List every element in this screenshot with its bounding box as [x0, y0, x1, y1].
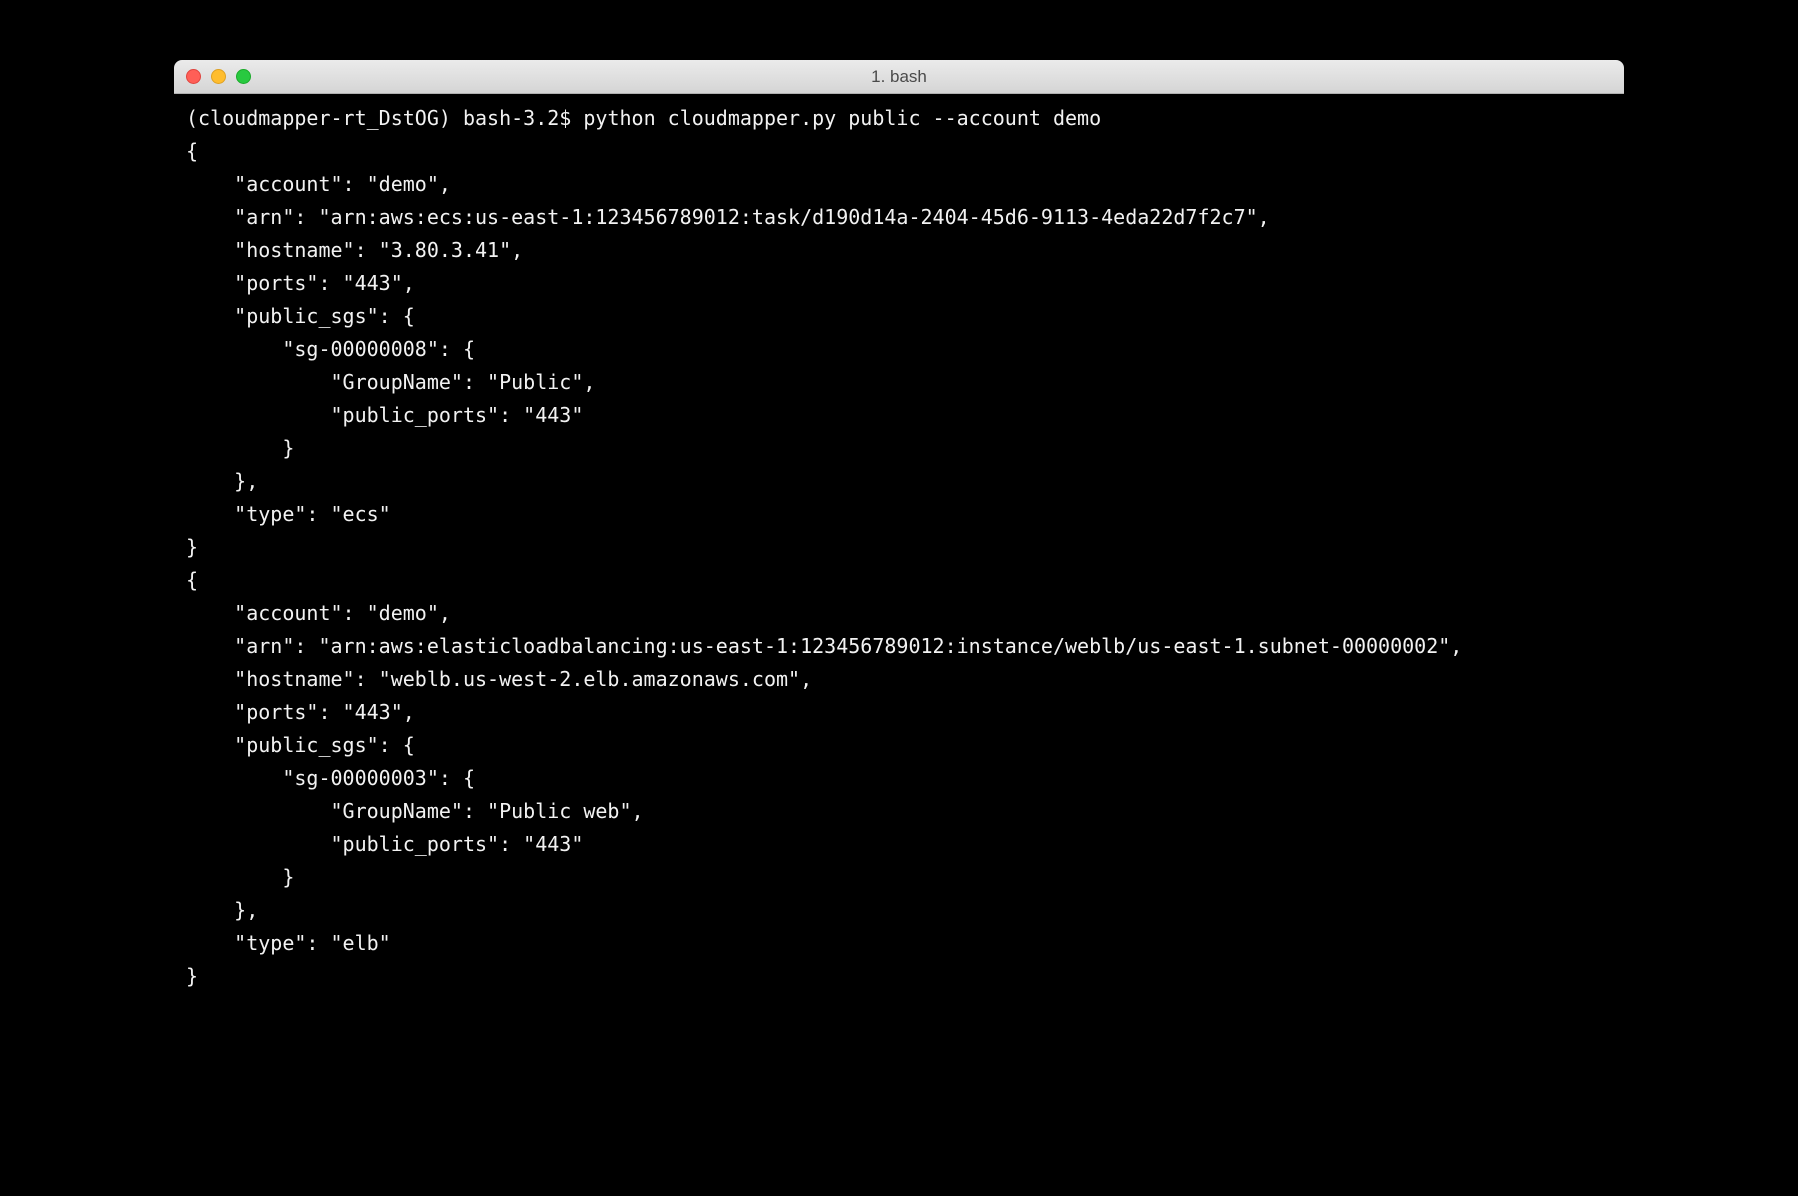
maximize-icon[interactable]: [236, 69, 251, 84]
output-line: "public_sgs": {: [186, 733, 415, 757]
output-line: {: [186, 139, 198, 163]
output-line: "GroupName": "Public",: [186, 370, 595, 394]
output-line: }: [186, 535, 198, 559]
output-line: "type": "elb": [186, 931, 391, 955]
output-line: "ports": "443",: [186, 700, 415, 724]
output-line: "arn": "arn:aws:ecs:us-east-1:1234567890…: [186, 205, 1270, 229]
output-line: "hostname": "3.80.3.41",: [186, 238, 523, 262]
prompt-line: (cloudmapper-rt_DstOG) bash-3.2$ python …: [186, 106, 1101, 130]
output-line: "sg-00000008": {: [186, 337, 475, 361]
command: python cloudmapper.py public --account d…: [583, 106, 1101, 130]
output-line: "hostname": "weblb.us-west-2.elb.amazona…: [186, 667, 812, 691]
output-line: "type": "ecs": [186, 502, 391, 526]
close-icon[interactable]: [186, 69, 201, 84]
output-line: },: [186, 898, 258, 922]
output-line: "account": "demo",: [186, 601, 451, 625]
minimize-icon[interactable]: [211, 69, 226, 84]
output-line: }: [186, 964, 198, 988]
output-line: "account": "demo",: [186, 172, 451, 196]
output-line: "public_ports": "443": [186, 832, 583, 856]
traffic-lights: [186, 69, 251, 84]
output-line: "sg-00000003": {: [186, 766, 475, 790]
terminal-window: 1. bash (cloudmapper-rt_DstOG) bash-3.2$…: [174, 60, 1624, 1053]
title-bar[interactable]: 1. bash: [174, 60, 1624, 94]
output-line: }: [186, 436, 294, 460]
window-title: 1. bash: [174, 67, 1624, 87]
output-line: "arn": "arn:aws:elasticloadbalancing:us-…: [186, 634, 1462, 658]
output-line: "ports": "443",: [186, 271, 415, 295]
prompt: (cloudmapper-rt_DstOG) bash-3.2$: [186, 106, 583, 130]
output-line: },: [186, 469, 258, 493]
output-line: "public_ports": "443": [186, 403, 583, 427]
output-line: "public_sgs": {: [186, 304, 415, 328]
output-line: }: [186, 865, 294, 889]
terminal-body[interactable]: (cloudmapper-rt_DstOG) bash-3.2$ python …: [174, 94, 1624, 1053]
output-line: "GroupName": "Public web",: [186, 799, 644, 823]
output-line: {: [186, 568, 198, 592]
